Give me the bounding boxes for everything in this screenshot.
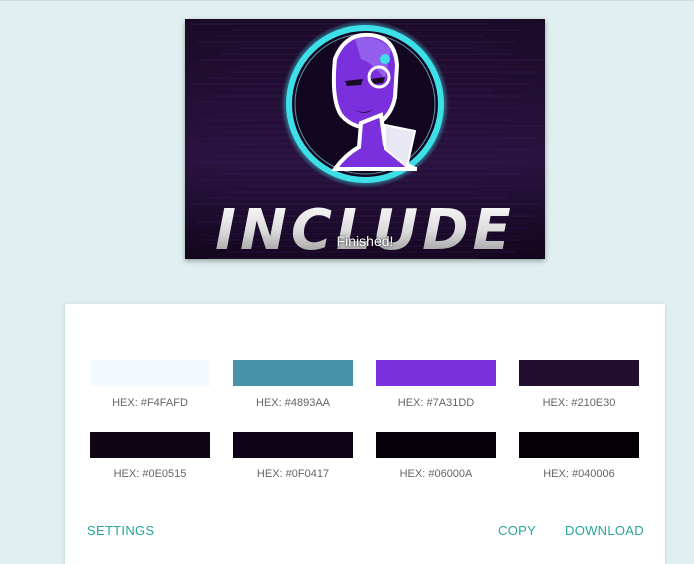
download-button[interactable]: DOWNLOAD <box>565 523 644 538</box>
color-swatch[interactable] <box>233 432 353 458</box>
logo-artwork: INCLUDE <box>185 19 545 259</box>
color-swatch[interactable] <box>376 360 496 386</box>
hex-label: HEX: #06000A <box>399 468 473 480</box>
color-swatch[interactable] <box>519 432 639 458</box>
hex-label: HEX: #0E0515 <box>113 468 187 480</box>
hex-label: HEX: #7A31DD <box>397 397 475 409</box>
image-preview: INCLUDE Finished! <box>185 19 545 259</box>
palette-card: HEX: #F4FAFD HEX: #4893AA HEX: #7A31DD H… <box>65 304 665 564</box>
settings-button[interactable]: SETTINGS <box>87 523 154 538</box>
color-swatch[interactable] <box>90 432 210 458</box>
copy-button[interactable]: COPY <box>498 523 536 538</box>
hex-label: HEX: #0F0417 <box>256 468 330 480</box>
hex-label: HEX: #4893AA <box>256 397 330 409</box>
color-swatch[interactable] <box>233 360 353 386</box>
top-divider <box>0 0 694 1</box>
color-swatch[interactable] <box>376 432 496 458</box>
logo-text: INCLUDE <box>215 198 515 259</box>
hex-label: HEX: #210E30 <box>542 397 616 409</box>
hex-label: HEX: #040006 <box>543 468 615 480</box>
color-swatch[interactable] <box>90 360 210 386</box>
hex-label: HEX: #F4FAFD <box>112 397 188 409</box>
color-swatch[interactable] <box>519 360 639 386</box>
processing-status: Finished! <box>336 233 394 249</box>
